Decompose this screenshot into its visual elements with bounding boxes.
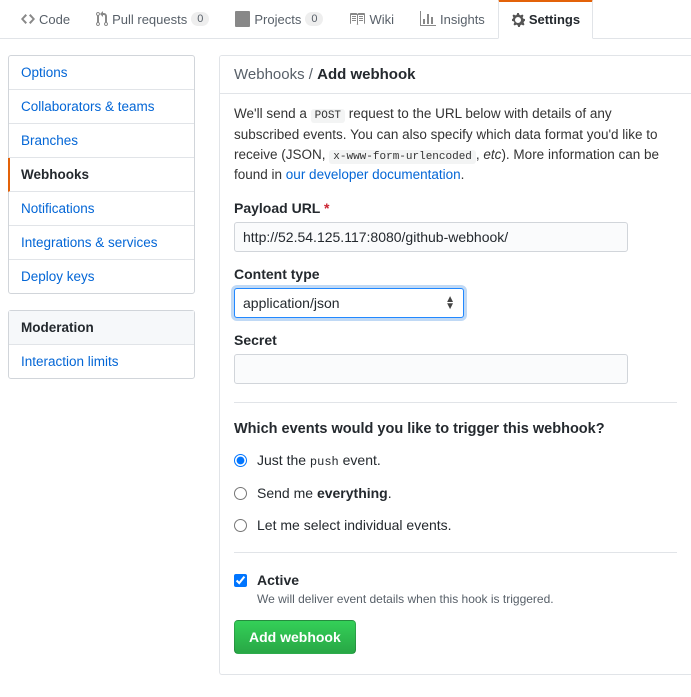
events-heading: Which events would you like to trigger t… — [234, 421, 677, 437]
tab-projects[interactable]: Projects 0 — [222, 0, 336, 38]
select-arrows-icon: ▲▼ — [445, 296, 455, 310]
gear-icon — [511, 12, 525, 28]
breadcrumb-current: Add webhook — [317, 66, 415, 83]
secret-label: Secret — [234, 332, 677, 348]
events-label-everything[interactable]: Send me everything. — [257, 484, 392, 502]
divider — [234, 402, 677, 403]
content-type-label: Content type — [234, 266, 677, 282]
code-icon — [21, 11, 35, 27]
book-icon — [349, 11, 365, 27]
breadcrumb-parent[interactable]: Webhooks — [234, 66, 305, 83]
content-type-select[interactable]: application/json ▲▼ — [234, 288, 464, 318]
sidebar-item-options[interactable]: Options — [9, 56, 194, 90]
pull-request-icon — [96, 11, 108, 27]
tab-insights[interactable]: Insights — [407, 0, 498, 38]
tab-pulls-label: Pull requests — [112, 12, 187, 27]
sidebar-item-notifications[interactable]: Notifications — [9, 192, 194, 226]
active-note: We will deliver event details when this … — [257, 592, 554, 606]
tab-settings-label: Settings — [529, 12, 580, 27]
intro-text: We'll send a POST request to the URL bel… — [234, 104, 677, 186]
tab-pull-requests[interactable]: Pull requests 0 — [83, 0, 222, 38]
projects-count: 0 — [305, 12, 323, 26]
active-label[interactable]: Active — [257, 572, 299, 588]
sidebar-item-branches[interactable]: Branches — [9, 124, 194, 158]
moderation-heading: Moderation — [9, 311, 194, 345]
active-checkbox[interactable] — [234, 574, 247, 587]
payload-url-label: Payload URL * — [234, 200, 677, 216]
required-indicator: * — [324, 200, 329, 216]
sidebar-item-collaborators[interactable]: Collaborators & teams — [9, 90, 194, 124]
tab-projects-label: Projects — [254, 12, 301, 27]
docs-link[interactable]: our developer documentation — [286, 167, 461, 182]
events-radio-push[interactable] — [234, 454, 247, 467]
events-radio-everything[interactable] — [234, 487, 247, 500]
content-type-value: application/json — [243, 295, 340, 311]
project-icon — [235, 11, 250, 27]
tab-code-label: Code — [39, 12, 70, 27]
secret-input[interactable] — [234, 354, 628, 384]
events-label-individual[interactable]: Let me select individual events. — [257, 516, 452, 534]
repo-tabs: Code Pull requests 0 Projects 0 Wiki Ins… — [0, 0, 691, 39]
breadcrumb-sep: / — [305, 66, 318, 83]
graph-icon — [420, 11, 436, 27]
settings-menu-moderation: Moderation Interaction limits — [8, 310, 195, 379]
main-content: Webhooks / Add webhook We'll send a POST… — [219, 55, 691, 675]
tab-insights-label: Insights — [440, 12, 485, 27]
sidebar-item-deploy-keys[interactable]: Deploy keys — [9, 260, 194, 293]
events-label-push[interactable]: Just the push event. — [257, 451, 381, 471]
tab-wiki-label: Wiki — [369, 12, 394, 27]
payload-url-input[interactable] — [234, 222, 628, 252]
divider-2 — [234, 552, 677, 553]
tab-wiki[interactable]: Wiki — [336, 0, 407, 38]
settings-menu-main: Options Collaborators & teams Branches W… — [8, 55, 195, 294]
pulls-count: 0 — [191, 12, 209, 26]
settings-sidebar: Options Collaborators & teams Branches W… — [0, 55, 195, 675]
events-radio-individual[interactable] — [234, 519, 247, 532]
sidebar-item-webhooks[interactable]: Webhooks — [8, 158, 194, 192]
sidebar-item-integrations[interactable]: Integrations & services — [9, 226, 194, 260]
sidebar-item-interaction-limits[interactable]: Interaction limits — [9, 345, 194, 378]
tab-settings[interactable]: Settings — [498, 0, 593, 39]
tab-code[interactable]: Code — [8, 0, 83, 38]
breadcrumb: Webhooks / Add webhook — [220, 56, 691, 94]
